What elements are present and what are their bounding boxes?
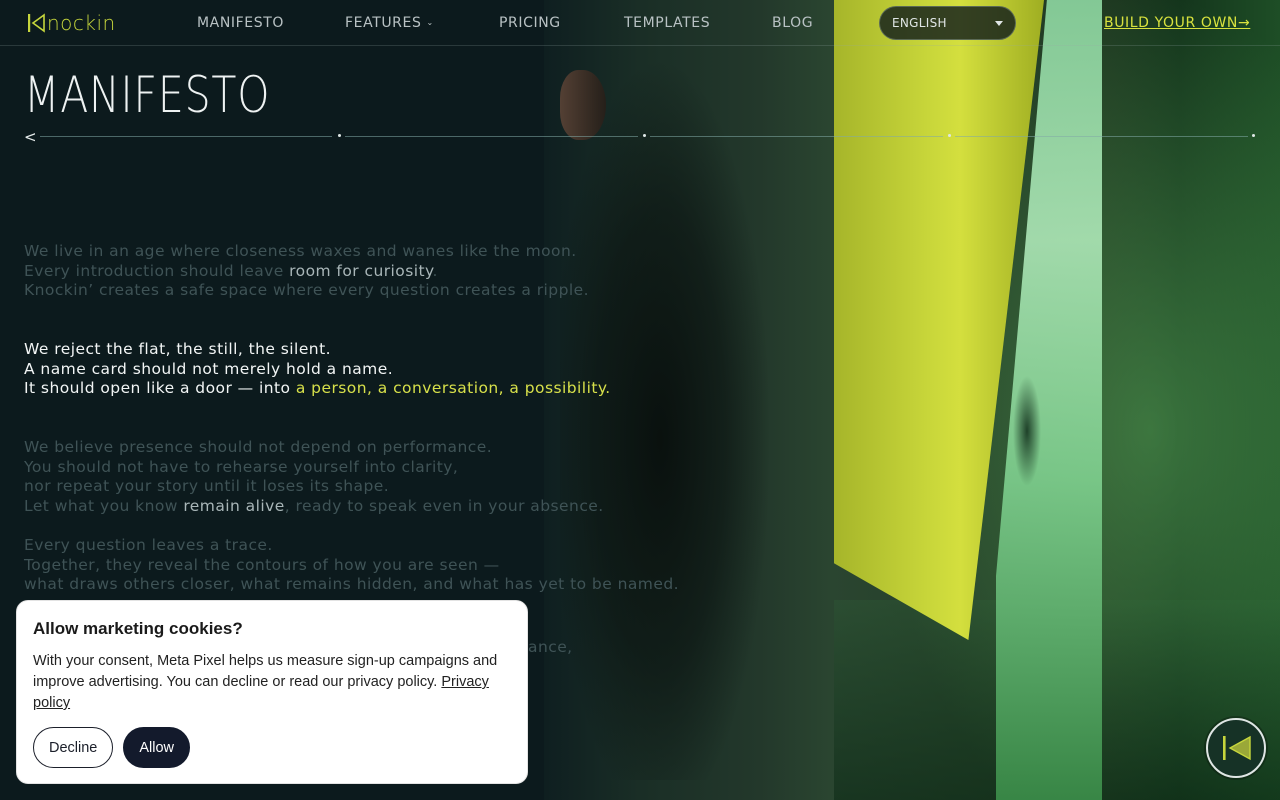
stanza-text: Every introduction should leave: [24, 261, 290, 280]
stanza-line: what draws others closer, what remains h…: [24, 575, 680, 594]
nav-features-label: FEATURES: [345, 15, 422, 31]
manifesto-progress: <: [24, 128, 1256, 146]
nav-manifesto-label: MANIFESTO: [197, 15, 285, 31]
stanza-line: ance,: [528, 638, 573, 656]
stanza-line: Every introduction should leave room for…: [24, 262, 589, 282]
progress-segment: [650, 136, 943, 137]
nav-blog[interactable]: BLOG: [772, 15, 813, 31]
manifesto-stanza-5-fragment: ance,: [528, 638, 573, 658]
stanza-line: Knockin’ creates a safe space where ever…: [24, 281, 589, 300]
stanza-line: nor repeat your story until it loses its…: [24, 477, 390, 496]
cookie-dialog-body: With your consent, Meta Pixel helps us m…: [33, 651, 511, 714]
background-child-silhouette: [1012, 376, 1042, 486]
knockin-logo-icon: [1223, 735, 1251, 761]
cookie-dialog-text: With your consent, Meta Pixel helps us m…: [33, 653, 498, 690]
chevron-down-icon: ⌄: [426, 18, 434, 27]
stanza-line: We live in an age where closeness waxes …: [24, 242, 577, 260]
top-navigation-bar: nockin MANIFESTO FEATURES ⌄ PRICING TEMPL…: [0, 0, 1280, 46]
decline-cookies-button[interactable]: Decline: [33, 727, 114, 768]
back-arrow-icon[interactable]: <: [24, 128, 37, 146]
manifesto-stanza-1: We live in an age where closeness waxes …: [24, 242, 589, 301]
caret-down-icon: [995, 20, 1003, 26]
progress-segment: [345, 136, 638, 137]
manifesto-stanza-3: We believe presence should not depend on…: [24, 438, 604, 516]
progress-segment: [40, 136, 332, 137]
floating-knockin-button[interactable]: [1206, 718, 1266, 778]
progress-dot: [948, 134, 951, 137]
progress-dot: [1252, 134, 1255, 137]
nav-templates[interactable]: TEMPLATES: [624, 15, 710, 31]
nav-blog-label: BLOG: [772, 15, 814, 31]
language-select[interactable]: ENGLISH: [879, 6, 1016, 40]
highlight-text: room for curiosity: [289, 261, 433, 280]
allow-cookies-button[interactable]: Allow: [123, 727, 191, 768]
stanza-line: It should open like a door — into a pers…: [24, 379, 611, 399]
nav-manifesto[interactable]: MANIFESTO: [197, 15, 284, 31]
stanza-line: Together, they reveal the contours of ho…: [24, 555, 500, 574]
cookie-dialog-title: Allow marketing cookies?: [33, 619, 243, 638]
progress-segment: [955, 136, 1248, 137]
cookie-consent-dialog: Allow marketing cookies? With your conse…: [16, 600, 528, 784]
stanza-line: We believe presence should not depend on…: [24, 438, 493, 456]
stanza-line: You should not have to rehearse yourself…: [24, 457, 459, 476]
build-your-own-link[interactable]: BUILD YOUR OWN→: [1104, 15, 1250, 31]
brand-logo[interactable]: nockin: [27, 12, 116, 34]
nav-pricing-label: PRICING: [499, 15, 561, 31]
accent-text: a person, a conversation, a possibility.: [295, 379, 611, 398]
manifesto-stanza-2: We reject the flat, the still, the silen…: [24, 340, 611, 399]
nav-pricing[interactable]: PRICING: [499, 15, 561, 31]
stanza-text: , ready to speak even in your absence.: [284, 496, 604, 515]
background-woman-figure: [560, 60, 770, 780]
page-title: MANIFESTO: [24, 66, 271, 124]
highlight-text: remain alive: [183, 496, 285, 515]
stanza-text: .: [432, 261, 438, 280]
nav-templates-label: TEMPLATES: [624, 15, 711, 31]
stanza-line: Let what you know remain alive, ready to…: [24, 497, 604, 517]
brand-logo-text: nockin: [47, 11, 116, 35]
stanza-line: Every question leaves a trace.: [24, 536, 273, 554]
stanza-line: A name card should not merely hold a nam…: [24, 359, 394, 378]
nav-features[interactable]: FEATURES ⌄: [345, 15, 434, 31]
stanza-text: It should open like a door — into: [24, 379, 296, 398]
manifesto-stanza-4: Every question leaves a trace. Together,…: [24, 536, 679, 595]
progress-dot: [338, 134, 341, 137]
knockin-logo-icon: [28, 13, 45, 33]
progress-dot: [643, 134, 646, 137]
cookie-dialog-actions: Decline Allow: [33, 727, 191, 768]
stanza-line: We reject the flat, the still, the silen…: [24, 340, 331, 358]
language-select-value: ENGLISH: [892, 16, 947, 30]
stanza-text: Let what you know: [24, 496, 184, 515]
